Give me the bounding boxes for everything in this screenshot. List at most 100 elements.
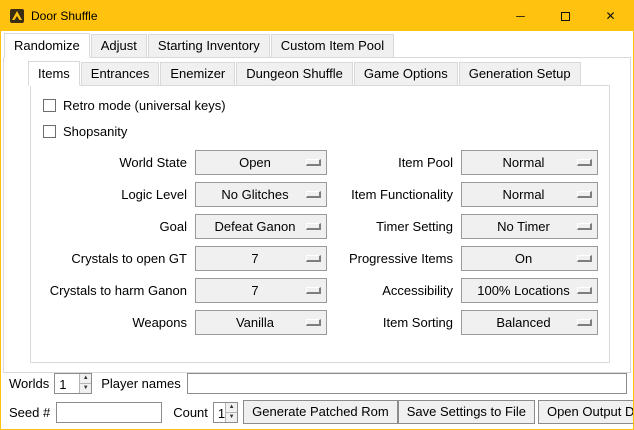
window-content: Randomize Adjust Starting Inventory Cust… (1, 31, 633, 429)
tab-generation-setup[interactable]: Generation Setup (459, 62, 581, 86)
timer-setting-value: No Timer (497, 219, 562, 234)
logic-level-dropdown[interactable]: No Glitches (195, 182, 327, 207)
item-sorting-label: Item Sorting (333, 315, 455, 330)
item-functionality-dropdown[interactable]: Normal (461, 182, 598, 207)
open-output-directory-button[interactable]: Open Output Directory (538, 400, 634, 424)
crystals-open-gt-value: 7 (251, 251, 270, 266)
count-spin-down-icon[interactable]: ▼ (226, 412, 237, 422)
tab-starting-inventory[interactable]: Starting Inventory (148, 34, 270, 58)
accessibility-value: 100% Locations (477, 283, 582, 298)
logic-level-value: No Glitches (221, 187, 300, 202)
seed-input[interactable] (56, 402, 162, 423)
minimize-button[interactable]: ─ (498, 1, 543, 31)
tab-enemizer[interactable]: Enemizer (160, 62, 235, 86)
accessibility-dropdown[interactable]: 100% Locations (461, 278, 598, 303)
item-functionality-label: Item Functionality (333, 187, 455, 202)
titlebar[interactable]: Door Shuffle ─ ✕ (1, 1, 633, 31)
dropdown-indicator-icon (577, 223, 592, 230)
seed-label: Seed # (9, 405, 50, 420)
options-grid: World State Open Item Pool Normal Logic … (41, 150, 609, 335)
weapons-value: Vanilla (236, 315, 286, 330)
save-settings-button[interactable]: Save Settings to File (398, 400, 535, 424)
worlds-spin-down-icon[interactable]: ▼ (80, 383, 91, 393)
item-pool-value: Normal (503, 155, 557, 170)
maximize-button[interactable] (543, 1, 588, 31)
sub-tab-bar: Items Entrances Enemizer Dungeon Shuffle… (4, 58, 630, 86)
count-spinner[interactable]: 1 ▲ ▼ (213, 402, 238, 423)
close-button[interactable]: ✕ (588, 1, 633, 31)
crystals-open-gt-dropdown[interactable]: 7 (195, 246, 327, 271)
goal-value: Defeat Ganon (215, 219, 308, 234)
shopsanity-row[interactable]: Shopsanity (43, 124, 609, 139)
dropdown-indicator-icon (306, 159, 321, 166)
count-label: Count (173, 405, 208, 420)
player-names-label: Player names (101, 376, 180, 391)
accessibility-label: Accessibility (333, 283, 455, 298)
shopsanity-label: Shopsanity (63, 124, 127, 139)
tab-items[interactable]: Items (28, 61, 80, 86)
weapons-label: Weapons (41, 315, 189, 330)
weapons-dropdown[interactable]: Vanilla (195, 310, 327, 335)
items-pane: Retro mode (universal keys) Shopsanity W… (30, 85, 610, 363)
progressive-items-value: On (515, 251, 544, 266)
retro-mode-label: Retro mode (universal keys) (63, 98, 226, 113)
bottom-bar: Worlds 1 ▲ ▼ Player names Seed # Count 1 (1, 369, 633, 429)
worlds-value: 1 (55, 374, 79, 393)
dropdown-indicator-icon (306, 255, 321, 262)
item-sorting-dropdown[interactable]: Balanced (461, 310, 598, 335)
worlds-row: Worlds 1 ▲ ▼ Player names (9, 373, 627, 394)
seed-row: Seed # Count 1 ▲ ▼ Generate Patched Rom … (9, 400, 627, 424)
item-sorting-value: Balanced (496, 315, 562, 330)
item-functionality-value: Normal (503, 187, 557, 202)
tab-adjust[interactable]: Adjust (91, 34, 147, 58)
tab-randomize[interactable]: Randomize (4, 33, 90, 58)
world-state-label: World State (41, 155, 189, 170)
goal-label: Goal (41, 219, 189, 234)
crystals-harm-ganon-value: 7 (251, 283, 270, 298)
dropdown-indicator-icon (306, 223, 321, 230)
tab-entrances[interactable]: Entrances (81, 62, 160, 86)
app-window: Door Shuffle ─ ✕ Randomize Adjust Starti… (0, 0, 634, 430)
progressive-items-label: Progressive Items (333, 251, 455, 266)
item-pool-dropdown[interactable]: Normal (461, 150, 598, 175)
dropdown-indicator-icon (577, 255, 592, 262)
dropdown-indicator-icon (306, 191, 321, 198)
shopsanity-checkbox[interactable] (43, 125, 56, 138)
timer-setting-label: Timer Setting (333, 219, 455, 234)
item-pool-label: Item Pool (333, 155, 455, 170)
worlds-spin-up-icon[interactable]: ▲ (80, 374, 91, 383)
worlds-spinner[interactable]: 1 ▲ ▼ (54, 373, 92, 394)
dropdown-indicator-icon (577, 287, 592, 294)
worlds-label: Worlds (9, 376, 49, 391)
main-tab-bar: Randomize Adjust Starting Inventory Cust… (1, 31, 633, 58)
retro-mode-checkbox[interactable] (43, 99, 56, 112)
count-spin-up-icon[interactable]: ▲ (226, 403, 237, 412)
dropdown-indicator-icon (577, 191, 592, 198)
minimize-icon: ─ (516, 9, 525, 23)
dropdown-indicator-icon (577, 159, 592, 166)
dropdown-indicator-icon (306, 319, 321, 326)
world-state-value: Open (239, 155, 283, 170)
timer-setting-dropdown[interactable]: No Timer (461, 214, 598, 239)
tab-dungeon-shuffle[interactable]: Dungeon Shuffle (236, 62, 353, 86)
retro-mode-row[interactable]: Retro mode (universal keys) (43, 98, 609, 113)
crystals-harm-ganon-label: Crystals to harm Ganon (41, 283, 189, 298)
player-names-input[interactable] (187, 373, 627, 394)
randomize-pane: Items Entrances Enemizer Dungeon Shuffle… (3, 57, 631, 373)
titlebar-buttons: ─ ✕ (498, 1, 633, 31)
crystals-open-gt-label: Crystals to open GT (41, 251, 189, 266)
progressive-items-dropdown[interactable]: On (461, 246, 598, 271)
maximize-icon (561, 12, 570, 21)
dropdown-indicator-icon (577, 319, 592, 326)
tab-game-options[interactable]: Game Options (354, 62, 458, 86)
goal-dropdown[interactable]: Defeat Ganon (195, 214, 327, 239)
count-value: 1 (214, 403, 225, 422)
generate-patched-rom-button[interactable]: Generate Patched Rom (243, 400, 398, 424)
app-icon (9, 8, 25, 24)
logic-level-label: Logic Level (41, 187, 189, 202)
dropdown-indicator-icon (306, 287, 321, 294)
tab-custom-item-pool[interactable]: Custom Item Pool (271, 34, 394, 58)
crystals-harm-ganon-dropdown[interactable]: 7 (195, 278, 327, 303)
world-state-dropdown[interactable]: Open (195, 150, 327, 175)
close-icon: ✕ (605, 9, 615, 23)
